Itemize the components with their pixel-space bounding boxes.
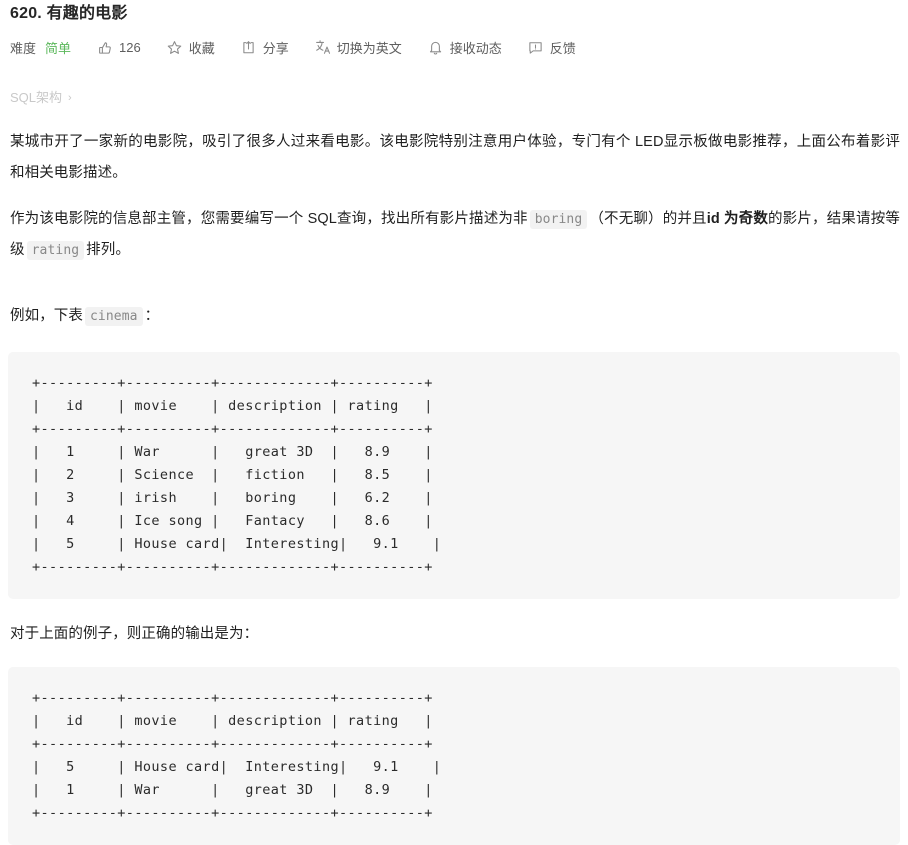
chevron-right-icon: ›	[68, 92, 72, 104]
inline-code-cinema: cinema	[85, 307, 143, 326]
desc3-text-2: ：	[144, 308, 160, 324]
description-paragraph-2: 作为该电影院的信息部主管，您需要编写一个 SQL查询，找出所有影片描述为非 bor…	[10, 204, 900, 266]
star-icon	[167, 39, 183, 55]
share-button[interactable]: 分享	[241, 38, 289, 57]
difficulty-label: 难度	[10, 40, 37, 56]
translate-button[interactable]: 切换为英文	[315, 38, 402, 57]
like-count: 126	[119, 39, 141, 55]
description-paragraph-3: 例如，下表 cinema：	[10, 301, 900, 332]
feedback-button[interactable]: 反馈	[528, 38, 576, 57]
feedback-icon	[528, 39, 544, 55]
like-button[interactable]: 126	[97, 39, 141, 55]
share-icon	[241, 39, 257, 55]
example-table-codeblock: +---------+----------+-------------+----…	[8, 352, 900, 599]
sql-schema-label: SQL架构	[10, 90, 63, 105]
problem-page: 620. 有趣的电影 难度 简单 126 收藏 分享 切换为英文 接收动态 反馈…	[0, 0, 908, 845]
feedback-label: 反馈	[549, 40, 576, 56]
translate-label: 切换为英文	[336, 40, 402, 56]
desc2-strong-id-odd: id 为奇数	[706, 211, 769, 227]
favorite-button[interactable]: 收藏	[167, 38, 215, 57]
desc2-text-1: 作为该电影院的信息部主管，您需要编写一个 SQL查询，找出所有影片描述为非	[10, 211, 528, 227]
inline-code-rating: rating	[26, 241, 85, 260]
favorite-label: 收藏	[188, 40, 215, 56]
description-paragraph-4: 对于上面的例子，则正确的输出是为：	[10, 626, 259, 642]
subscribe-label: 接收动态	[449, 40, 502, 56]
difficulty-value: 简单	[45, 40, 72, 56]
subscribe-button[interactable]: 接收动态	[428, 38, 502, 57]
bell-icon	[428, 39, 444, 55]
desc3-text-1: 例如，下表	[10, 308, 83, 324]
page-title: 620. 有趣的电影	[10, 5, 128, 22]
description-paragraph-1: 某城市开了一家新的电影院，吸引了很多人过来看电影。该电影院特别注意用户体验，专门…	[10, 134, 900, 181]
share-label: 分享	[262, 40, 289, 56]
sql-schema-toggle[interactable]: SQL架构 ›	[10, 89, 72, 107]
problem-toolbar: 难度 简单 126 收藏 分享 切换为英文 接收动态 反馈	[10, 32, 900, 62]
desc2-text-4: 排列。	[86, 242, 130, 258]
translate-icon	[315, 39, 331, 55]
thumbs-up-icon	[97, 39, 113, 55]
desc2-text-2: （不无聊）的并且	[589, 211, 707, 227]
inline-code-boring: boring	[529, 210, 588, 229]
expected-output-codeblock: +---------+----------+-------------+----…	[8, 667, 900, 845]
difficulty-badge: 难度 简单	[10, 38, 71, 57]
